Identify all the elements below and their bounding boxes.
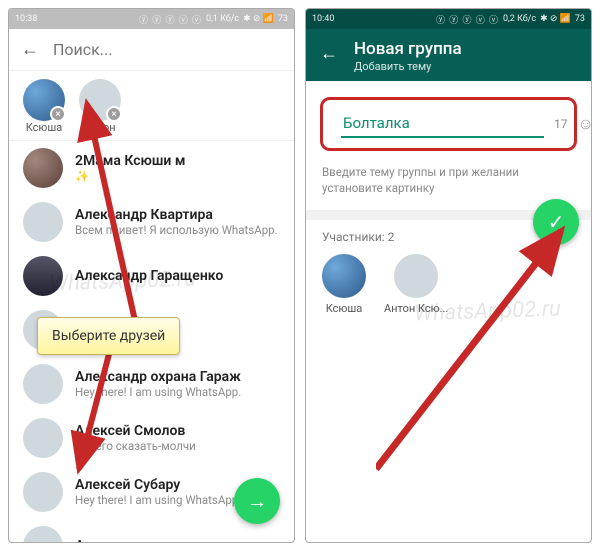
contact-name: Александр Квартира <box>75 207 280 223</box>
status-icons: ⓨ ⓨ ⓨ ⓥ ⓥ <box>139 13 202 26</box>
participant-name: Ксюша <box>326 302 363 315</box>
contact-status: ✨ <box>75 169 280 183</box>
avatar <box>23 364 63 404</box>
subject-highlight: 17 ☺ <box>320 97 577 151</box>
status-battery: 73 <box>575 14 585 24</box>
remove-icon[interactable]: × <box>106 106 122 122</box>
avatar <box>23 202 63 242</box>
avatar <box>23 526 63 542</box>
contact-status: Hey there! I am using WhatsApp. <box>75 385 280 399</box>
arrow-right-icon: → <box>247 489 267 514</box>
back-arrow-icon[interactable]: ← <box>320 43 338 64</box>
group-subject-input[interactable] <box>341 110 544 138</box>
confirm-fab[interactable]: ✓ <box>533 199 579 245</box>
contact-row[interactable]: Александр КвартираВсем привет! Я использ… <box>9 195 294 249</box>
participants-row: Ксюша Антон Ксю... <box>306 250 591 325</box>
header: ← Новая группа Добавить тему <box>306 29 591 81</box>
contact-name: Александр охрана Гараж <box>75 369 280 385</box>
contact-row[interactable]: Александр охрана ГаражHey there! I am us… <box>9 357 294 411</box>
callout-text: Выберите друзей <box>37 317 180 355</box>
selected-name: Ксюша <box>26 121 63 134</box>
contact-row[interactable]: Александр Гаращенко <box>9 249 294 303</box>
contact-row[interactable]: 2Мама Ксюши м✨ <box>9 141 294 195</box>
status-signal: ✱ ⊘ 📶 <box>243 14 274 24</box>
subject-section: 17 ☺ <box>306 81 591 159</box>
next-fab[interactable]: → <box>234 478 280 524</box>
participant-name: Антон Ксю... <box>384 302 448 315</box>
status-time: 10:38 <box>15 14 37 24</box>
avatar: × <box>23 79 65 121</box>
back-arrow-icon[interactable]: ← <box>21 39 39 60</box>
phone-left: 10:38 ⓨ ⓨ ⓨ ⓥ ⓥ 0,1 Кб/с ✱ ⊘ 📶 73 ← × Кс… <box>8 8 295 543</box>
avatar <box>23 148 63 188</box>
avatar: × <box>79 79 121 121</box>
search-input[interactable] <box>53 40 282 59</box>
char-count: 17 <box>554 117 568 131</box>
participant[interactable]: Ксюша <box>322 254 366 315</box>
avatar <box>23 418 63 458</box>
contact-status: Нечего сказать-молчи <box>75 439 280 453</box>
search-row: ← <box>9 29 294 71</box>
phone-right: 10:40 ⓨ ⓨ ⓨ ⓥ ⓥ 0,2 Кб/с ✱ ⊘ 📶 73 ← Нова… <box>305 8 592 543</box>
status-net: 0,1 Кб/с <box>206 14 239 24</box>
participant[interactable]: Антон Ксю... <box>384 254 448 315</box>
selected-chip[interactable]: × Антон <box>79 79 121 134</box>
status-signal: ✱ ⊘ 📶 <box>540 14 571 24</box>
annotation-callout: Выберите друзей <box>37 317 180 355</box>
check-icon: ✓ <box>548 210 565 234</box>
header-title: Новая группа <box>354 39 462 59</box>
contact-row[interactable]: Алексей СмоловНечего сказать-молчи <box>9 411 294 465</box>
selected-contacts-row: × Ксюша × Антон <box>9 71 294 141</box>
status-battery: 73 <box>278 14 288 24</box>
statusbar: 10:38 ⓨ ⓨ ⓨ ⓥ ⓥ 0,1 Кб/с ✱ ⊘ 📶 73 <box>9 9 294 29</box>
remove-icon[interactable]: × <box>50 106 66 122</box>
status-net: 0,2 Кб/с <box>503 14 536 24</box>
emoji-icon[interactable]: ☺ <box>578 114 593 134</box>
statusbar: 10:40 ⓨ ⓨ ⓨ ⓥ ⓥ 0,2 Кб/с ✱ ⊘ 📶 73 <box>306 9 591 29</box>
contact-name: 2Мама Ксюши м <box>75 153 280 169</box>
selected-chip[interactable]: × Ксюша <box>23 79 65 134</box>
header-subtitle: Добавить тему <box>354 60 462 73</box>
status-icons: ⓨ ⓨ ⓨ ⓥ ⓥ <box>436 13 499 26</box>
avatar <box>322 254 366 298</box>
contact-name: Александр Гаращенко <box>75 268 280 284</box>
avatar <box>394 254 438 298</box>
contact-status: Всем привет! Я использую WhatsApp. <box>75 223 280 237</box>
selected-name: Антон <box>84 121 115 134</box>
contact-name: Алена <box>75 538 280 542</box>
avatar <box>23 256 63 296</box>
contact-name: Алексей Смолов <box>75 423 280 439</box>
status-time: 10:40 <box>312 14 334 24</box>
avatar <box>23 472 63 512</box>
